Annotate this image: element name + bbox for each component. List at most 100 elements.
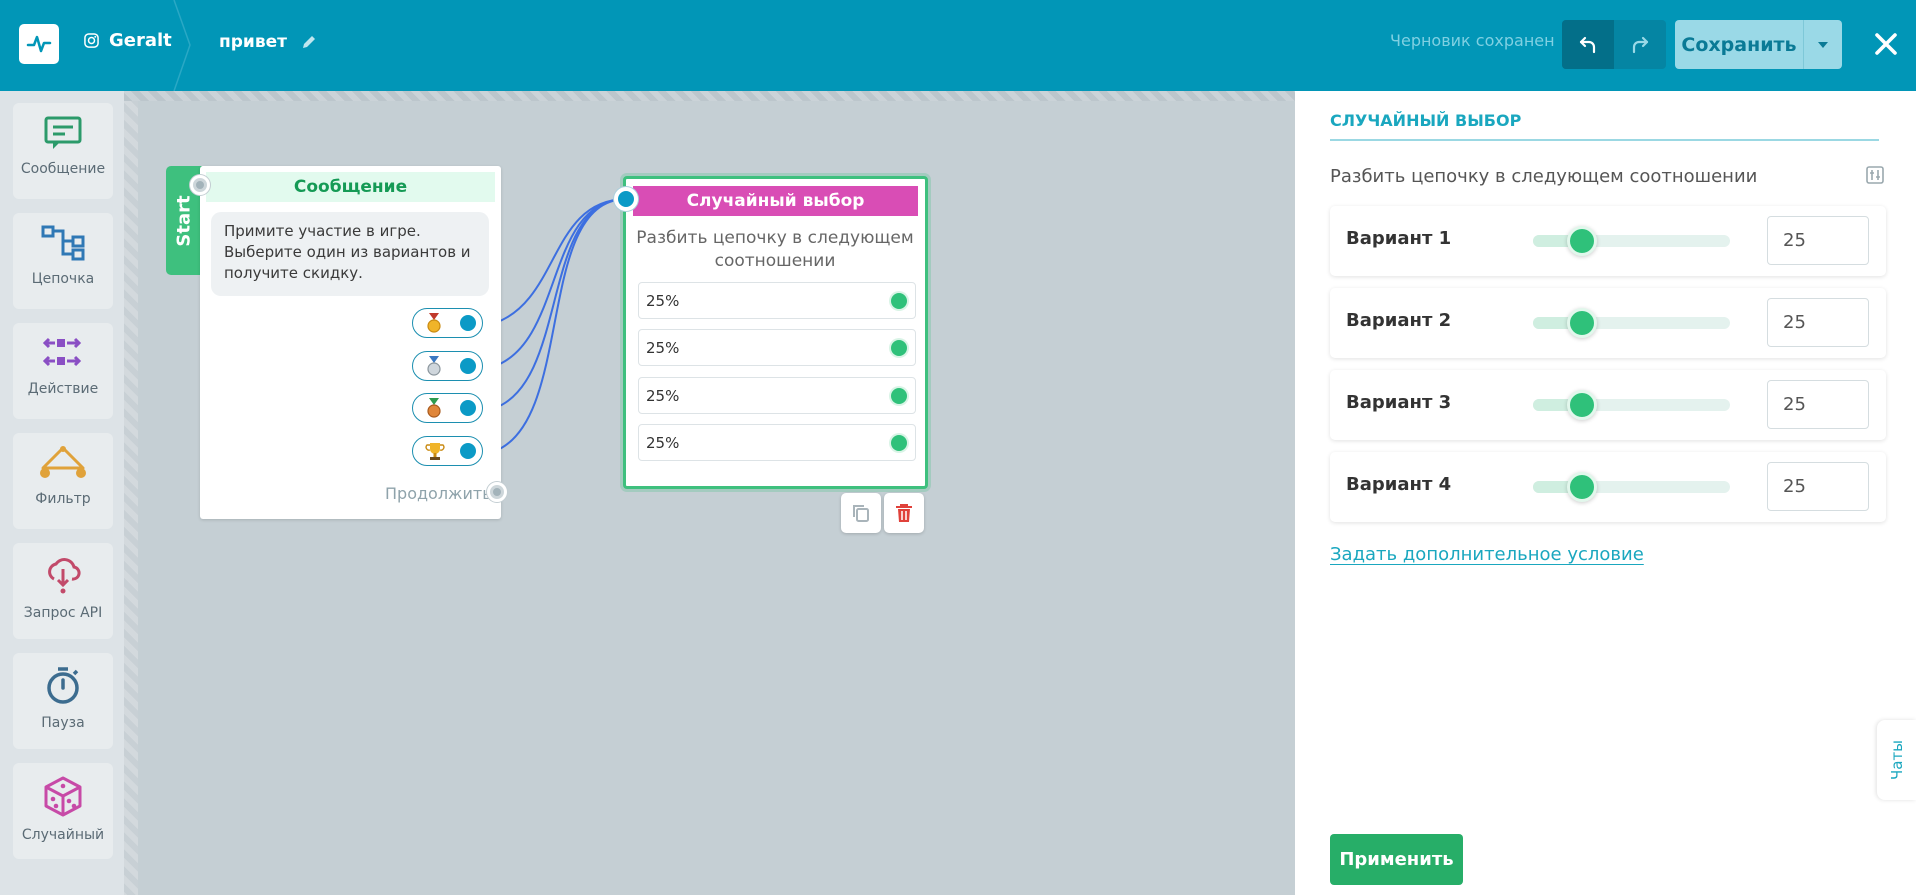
connection-line [494, 198, 627, 367]
split-percent: 25% [646, 434, 680, 452]
redo-icon [1632, 36, 1649, 53]
variant-slider[interactable] [1533, 390, 1730, 420]
undo-redo-group [1562, 20, 1666, 69]
slider-thumb[interactable] [1567, 472, 1598, 502]
copy-icon [853, 505, 869, 522]
redo-button[interactable] [1614, 20, 1666, 69]
split-output-port[interactable] [891, 293, 907, 309]
trash-icon [896, 504, 912, 522]
random-choice-node[interactable]: Случайный выбор Разбить цепочку в следую… [623, 176, 928, 489]
message-button[interactable] [412, 436, 483, 466]
tool-api-request[interactable]: Запрос API [13, 543, 113, 639]
undo-icon [1579, 36, 1596, 53]
panel-subtitle: Разбить цепочку в следующем соотношении [1330, 166, 1758, 187]
add-condition-link[interactable]: Задать дополнительное условие [1330, 544, 1644, 565]
split-percent: 25% [646, 387, 680, 405]
message-node[interactable]: Сообщение Примите участие в игре. Выбери… [200, 166, 501, 519]
split-output-port[interactable] [891, 388, 907, 404]
app-logo[interactable] [19, 24, 59, 64]
tool-chain[interactable]: Цепочка [13, 213, 113, 309]
duplicate-node-button[interactable] [841, 493, 881, 533]
variant-value-input[interactable] [1767, 298, 1869, 347]
pencil-edit-icon[interactable] [301, 34, 317, 50]
tool-label: Запрос API [23, 605, 103, 621]
button-output-port[interactable] [460, 315, 476, 331]
pause-timer-icon [47, 667, 79, 704]
properties-panel: СЛУЧАЙНЫЙ ВЫБОР Разбить цепочку в следую… [1295, 91, 1916, 895]
tool-label: Случайный [21, 827, 105, 843]
slider-thumb[interactable] [1567, 226, 1598, 256]
chats-tab[interactable]: Чаты [1877, 720, 1916, 800]
close-icon [1875, 33, 1897, 55]
canvas-edge-strip [124, 91, 1295, 101]
message-bubble: Примите участие в игре. Выберите один из… [211, 212, 489, 296]
flow-name[interactable]: привет [219, 32, 317, 52]
gold-medal-icon [427, 313, 441, 333]
variant-slider[interactable] [1533, 308, 1730, 338]
start-label: Start [173, 194, 195, 247]
save-options-dropdown[interactable] [1803, 20, 1842, 69]
continue-label: Продолжить [385, 484, 492, 503]
chain-icon [41, 225, 85, 261]
split-output-port[interactable] [891, 340, 907, 356]
action-icon [43, 337, 82, 367]
tool-message[interactable]: Сообщение [13, 103, 113, 199]
tool-pause[interactable]: Пауза [13, 653, 113, 749]
split-percent: 25% [646, 339, 680, 357]
message-button[interactable] [412, 351, 483, 381]
slider-thumb[interactable] [1567, 390, 1598, 420]
tool-action[interactable]: Действие [13, 323, 113, 419]
message-input-port[interactable] [190, 175, 210, 195]
instagram-icon [84, 33, 99, 48]
variant-label: Вариант 1 [1346, 228, 1452, 249]
undo-button[interactable] [1562, 20, 1614, 69]
split-percent: 25% [646, 292, 680, 310]
save-button[interactable]: Сохранить [1675, 20, 1803, 69]
variant-slider[interactable] [1533, 472, 1730, 502]
tool-label: Пауза [41, 715, 85, 731]
draft-status: Черновик сохранен [1390, 31, 1555, 50]
split-output-port[interactable] [891, 435, 907, 451]
slider-thumb[interactable] [1567, 308, 1598, 338]
panel-heading: СЛУЧАЙНЫЙ ВЫБОР [1330, 109, 1879, 141]
element-toolbar: Сообщение Цепочка Действие Фильтр Запрос… [0, 91, 138, 895]
top-bar: Geralt привет Черновик сохранен Сохранит… [0, 0, 1916, 91]
settings-sliders-icon[interactable] [1866, 166, 1884, 184]
message-button[interactable] [412, 308, 483, 338]
apply-button[interactable]: Применить [1330, 834, 1463, 885]
connection-line [494, 198, 627, 409]
variant-value-input[interactable] [1767, 380, 1869, 429]
button-output-port[interactable] [460, 358, 476, 374]
silver-medal-icon [427, 356, 441, 376]
continue-output-port[interactable] [487, 482, 507, 502]
split-row: 25% [638, 329, 916, 366]
random-node-title: Случайный выбор [633, 186, 918, 216]
account-switcher[interactable]: Geralt [84, 30, 172, 51]
button-output-port[interactable] [460, 400, 476, 416]
message-node-title: Сообщение [206, 172, 495, 202]
account-name: Geralt [109, 30, 172, 51]
message-button[interactable] [412, 393, 483, 423]
close-button[interactable] [1868, 24, 1904, 64]
tool-label: Фильтр [35, 491, 91, 507]
tool-filter[interactable]: Фильтр [13, 433, 113, 529]
random-input-port[interactable] [614, 187, 638, 211]
button-output-port[interactable] [460, 443, 476, 459]
description-line: соотношении [714, 251, 836, 271]
trophy-icon [425, 443, 445, 460]
message-icon [44, 116, 82, 149]
flow-title: привет [219, 32, 287, 52]
variant-value-input[interactable] [1767, 462, 1869, 511]
caret-down-icon [1818, 41, 1828, 48]
api-icon [48, 558, 81, 594]
message-text-line: Выберите один из вариантов и [224, 243, 471, 261]
split-row: 25% [638, 282, 916, 319]
filter-icon [40, 446, 86, 478]
description-line: Разбить цепочку в следующем [636, 228, 914, 248]
variant-slider[interactable] [1533, 226, 1730, 256]
random-node-description: Разбить цепочку в следующем соотношении [636, 227, 914, 273]
tool-random[interactable]: Случайный [13, 763, 113, 859]
delete-node-button[interactable] [884, 493, 924, 533]
variant-value-input[interactable] [1767, 216, 1869, 265]
pulse-icon [26, 35, 52, 53]
